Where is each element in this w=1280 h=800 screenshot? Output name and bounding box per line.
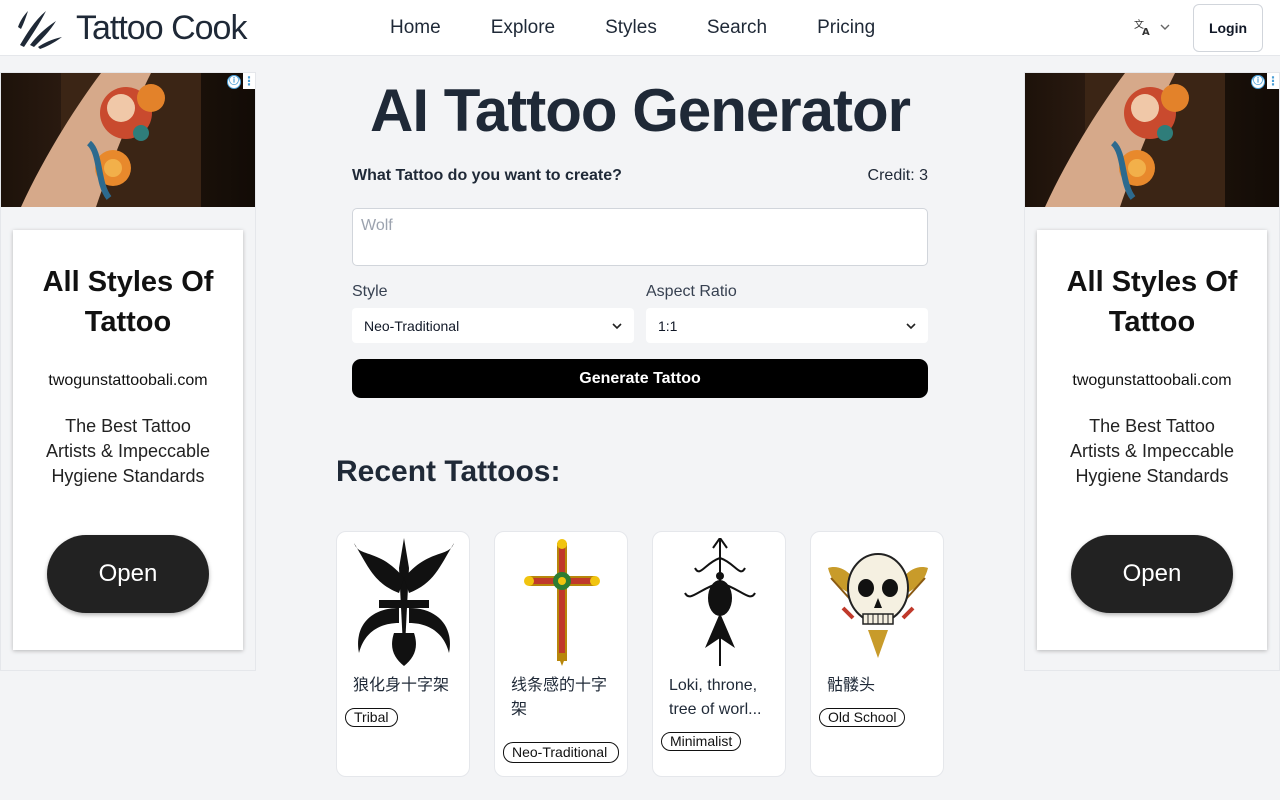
chevron-down-icon xyxy=(612,322,622,329)
ad-title: All Styles Of Tattoo xyxy=(42,266,214,338)
style-label: Style xyxy=(352,283,388,300)
translate-icon: 文 A xyxy=(1134,18,1150,36)
chevron-down-icon xyxy=(1160,24,1170,30)
generate-tattoo-button[interactable]: Generate Tattoo xyxy=(352,359,928,398)
svg-text:A: A xyxy=(1142,27,1150,36)
ad-open-button[interactable]: Open xyxy=(1071,535,1233,613)
style-tag[interactable]: Minimalist xyxy=(661,732,742,751)
ad-more-icon[interactable]: ⋮ xyxy=(243,73,255,89)
ad-description: The Best Tattoo Artists & Impeccable Hyg… xyxy=(45,416,211,486)
ad-info-icon[interactable]: ⓘ xyxy=(1251,75,1265,89)
tattoo-image xyxy=(828,553,928,658)
tattoo-image xyxy=(524,539,600,666)
logo-text: Tattoo Cook xyxy=(76,8,247,47)
tattoo-prompt-input[interactable] xyxy=(352,208,928,266)
ad-description: The Best Tattoo Artists & Impeccable Hyg… xyxy=(1069,416,1235,486)
aspect-ratio-label: Aspect Ratio xyxy=(646,283,737,300)
tattoo-card[interactable]: 线条感的十字架 Neo-Traditional xyxy=(494,531,628,777)
ad-title: All Styles Of Tattoo xyxy=(1066,266,1238,338)
ad-tattoo-image[interactable]: ⓘ ⋮ xyxy=(1025,73,1279,207)
brush-logo-icon xyxy=(18,11,62,49)
prompt-question-label: What Tattoo do you want to create? xyxy=(352,167,622,184)
nav-styles[interactable]: Styles xyxy=(605,17,657,39)
nav-search[interactable]: Search xyxy=(707,17,767,39)
language-selector[interactable]: 文 A xyxy=(1134,18,1170,36)
main-nav: Home Explore Styles Search Pricing xyxy=(390,0,925,56)
style-tag[interactable]: Tribal xyxy=(345,708,398,727)
ad-domain: twogunstattoobali.com xyxy=(48,372,208,389)
tattoo-card[interactable]: 狼化身十字架 Tribal xyxy=(336,531,470,777)
logo[interactable]: Tattoo Cook xyxy=(16,6,247,50)
tattoo-caption: 狼化身十字架 xyxy=(353,677,450,694)
tattoo-image xyxy=(684,538,756,666)
header: Tattoo Cook Home Explore Styles Search P… xyxy=(0,0,1280,56)
ad-banner-right[interactable]: ⓘ ⋮ All Styles Of Tattoo twogunstattooba… xyxy=(1024,72,1280,671)
style-select[interactable]: Neo-Traditional xyxy=(352,308,634,343)
ad-info-icon[interactable]: ⓘ xyxy=(227,75,241,89)
ad-banner-left[interactable]: ⓘ ⋮ All Styles Of Tattoo twogunstattooba… xyxy=(0,72,256,671)
style-tag[interactable]: Neo-Traditional xyxy=(503,742,619,763)
ad-tattoo-image[interactable]: ⓘ ⋮ xyxy=(1,73,255,207)
aspect-ratio-select-value: 1:1 xyxy=(658,317,678,334)
ad-card: All Styles Of Tattoo twogunstattoobali.c… xyxy=(13,230,243,650)
ad-card: All Styles Of Tattoo twogunstattoobali.c… xyxy=(1037,230,1267,650)
tattoo-caption: 骷髅头 xyxy=(827,677,876,694)
ad-domain: twogunstattoobali.com xyxy=(1072,372,1232,389)
nav-home[interactable]: Home xyxy=(390,17,441,39)
tattoo-image xyxy=(354,538,454,666)
nav-pricing[interactable]: Pricing xyxy=(817,17,875,39)
aspect-ratio-select[interactable]: 1:1 xyxy=(646,308,928,343)
tattoo-card[interactable]: Loki, throne, tree of worl... Minimalist xyxy=(652,531,786,777)
recent-tattoos-heading: Recent Tattoos: xyxy=(336,455,561,488)
ad-open-button[interactable]: Open xyxy=(47,535,209,613)
style-tag[interactable]: Old School xyxy=(819,708,906,727)
tattoo-caption: Loki, throne, tree of worl... xyxy=(669,677,762,718)
nav-explore[interactable]: Explore xyxy=(491,17,555,39)
credit-counter: Credit: 3 xyxy=(867,167,928,184)
ad-more-icon[interactable]: ⋮ xyxy=(1267,73,1279,89)
tattoo-card[interactable]: 骷髅头 Old School xyxy=(810,531,944,777)
chevron-down-icon xyxy=(906,322,916,329)
tattoo-caption: 线条感的十字架 xyxy=(511,677,608,718)
login-button[interactable]: Login xyxy=(1193,4,1263,52)
style-select-value: Neo-Traditional xyxy=(364,317,460,334)
page-title: AI Tattoo Generator xyxy=(370,77,911,144)
